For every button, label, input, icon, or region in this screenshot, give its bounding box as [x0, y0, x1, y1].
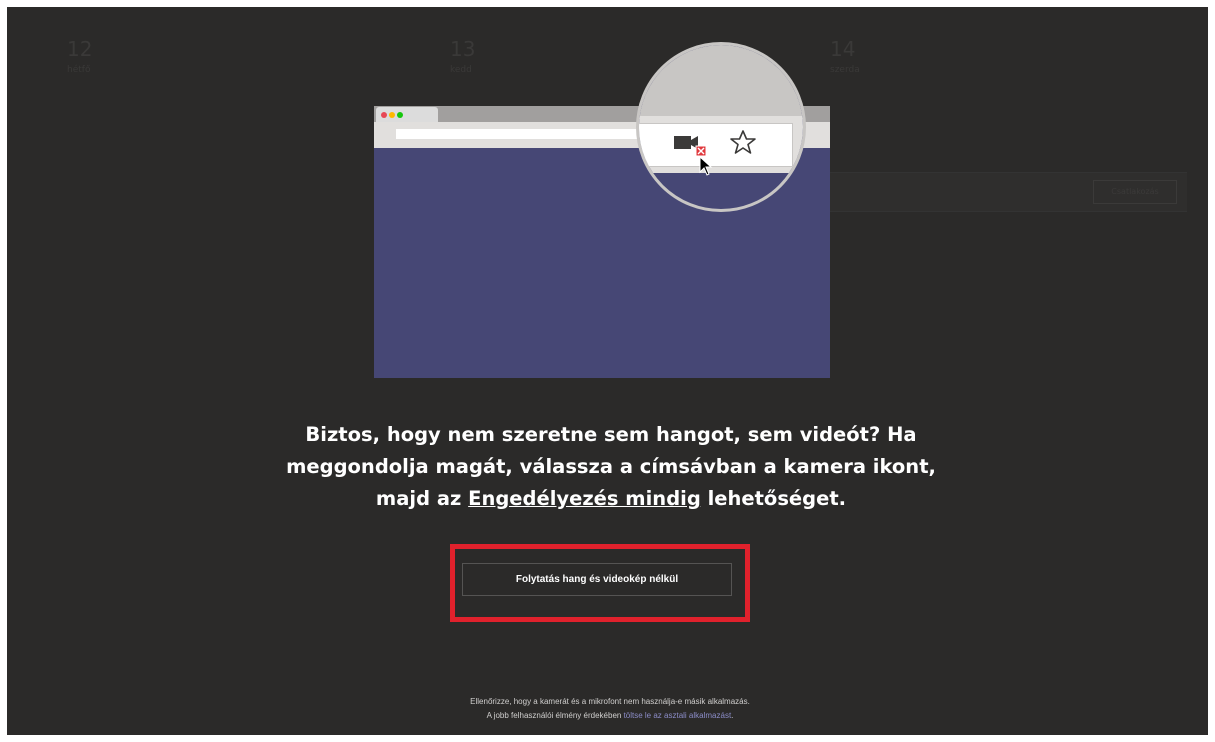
magnifier-illustration [636, 42, 806, 212]
footer-suffix: . [731, 711, 734, 720]
download-desktop-app-link[interactable]: töltse le az asztali alkalmazást [624, 711, 732, 720]
footer-prefix: A jobb felhasználói élmény érdekében [486, 711, 624, 720]
cursor-icon [699, 155, 713, 176]
footer-line-2: A jobb felhasználói élmény érdekében töl… [307, 709, 913, 723]
window-close-dot [381, 112, 387, 118]
bg-day-number: 14 [830, 37, 856, 61]
bg-day-label: szerda [830, 65, 860, 75]
app-frame: 12 hétfő 13 kedd 14 szerda Csatlakozás B… [7, 7, 1208, 735]
browser-url-field [396, 129, 646, 139]
message-text-end: lehetőséget. [700, 487, 847, 510]
continue-without-av-button[interactable]: Folytatás hang és videokép nélkül [462, 563, 732, 596]
bg-day-number: 12 [67, 37, 93, 61]
browser-tab [376, 107, 438, 122]
footer-note: Ellenőrizze, hogy a kamerát és a mikrofo… [307, 695, 913, 723]
bg-day-label: hétfő [67, 65, 91, 75]
bg-calendar-day: 12 hétfő [67, 37, 92, 75]
allow-always-text: Engedélyezés mindig [468, 487, 701, 510]
window-minimize-dot [389, 112, 395, 118]
bg-calendar-day: 14 szerda [830, 37, 860, 75]
bg-calendar-day: 13 kedd [450, 37, 475, 75]
footer-line-1: Ellenőrizze, hogy a kamerát és a mikrofo… [470, 697, 750, 706]
star-icon [730, 130, 756, 154]
bg-meeting-bar: Csatlakozás [827, 172, 1187, 212]
camera-blocked-icon [674, 136, 707, 157]
bg-day-label: kedd [450, 65, 472, 75]
bg-join-button: Csatlakozás [1093, 180, 1177, 204]
permission-message: Biztos, hogy nem szeretne sem hangot, se… [257, 419, 965, 515]
bg-day-number: 13 [450, 37, 476, 61]
window-maximize-dot [397, 112, 403, 118]
